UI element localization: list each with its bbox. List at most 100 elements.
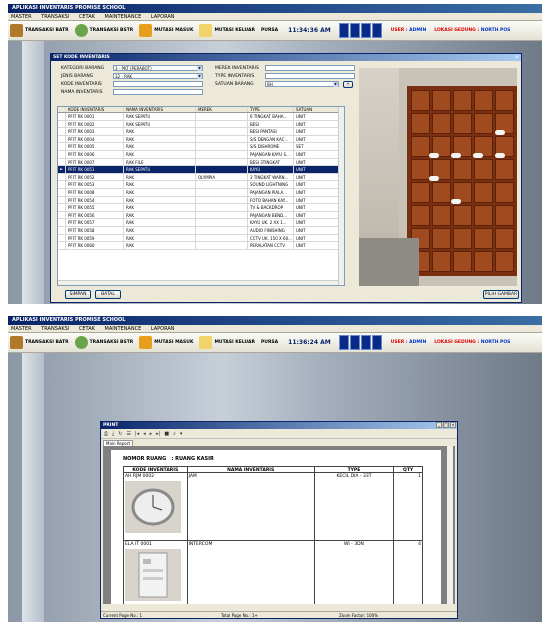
toolbar: TRANSAKSI BATR TRANSAKSI BSTR MUTASI MAS… bbox=[8, 21, 542, 41]
table-row[interactable]: PFIT RK 0055 RAK TV & BACKDROP UNIT bbox=[58, 204, 344, 212]
table-row[interactable]: PFIT RK 0058 RAK AUDIO FINISHING UNIT bbox=[58, 226, 344, 235]
table-cell: PFIT RK 0053 bbox=[66, 181, 124, 188]
table-cell: RAK bbox=[124, 135, 196, 143]
table-cell bbox=[196, 113, 248, 120]
menu-master[interactable]: MASTER bbox=[11, 14, 32, 20]
mutasi-masuk-button[interactable]: MUTASI MASUK bbox=[139, 24, 193, 37]
next-page-icon[interactable]: ▸ bbox=[150, 431, 153, 437]
inventaris-grid[interactable]: KODE INVENTARIS NAMA INVENTARIS MEREK TY… bbox=[57, 106, 345, 286]
kategori-label: KATEGORI BARANG bbox=[61, 66, 105, 71]
search-icon[interactable]: ⌕ bbox=[173, 431, 176, 437]
report-row: ELA IT 0001 INTERCOM WI - 3DN 4 bbox=[124, 541, 422, 604]
shoe bbox=[451, 199, 461, 204]
screenshot-print-report: APLIKASI INVENTARIS PROMISE SCHOOL MASTE… bbox=[8, 316, 542, 622]
mutasi-masuk-button[interactable]: MUTASI MASUK bbox=[139, 336, 193, 349]
menu-cetak[interactable]: CETAK bbox=[79, 326, 95, 332]
shoe bbox=[451, 153, 461, 158]
table-row[interactable]: PFIT RK 0060 RAK PERALATAN CCTV UNIT bbox=[58, 242, 344, 250]
transaksi-bstr-button[interactable]: TRANSAKSI BSTR bbox=[74, 24, 133, 37]
document-icon bbox=[10, 336, 23, 349]
table-row[interactable]: PFIT RK 0001 RAK SEPATU 6 TINGKAT BAHA... U… bbox=[58, 113, 344, 121]
grid-body: PFIT RK 0001 RAK SEPATU 6 TINGKAT BAHA... U… bbox=[58, 113, 344, 250]
vertical-scrollbar[interactable] bbox=[447, 446, 453, 604]
box-icon bbox=[139, 24, 153, 37]
mutasi-keluar-button[interactable]: MUTASI KELUAR bbox=[199, 24, 255, 37]
table-row[interactable]: PFIT RK 0004 RAK S/S DENGAN KAC... UNIT bbox=[58, 135, 344, 144]
menu-maintenance[interactable]: MAINTENANCE bbox=[105, 326, 142, 332]
transaksi-batr-button[interactable]: TRANSAKSI BATR bbox=[10, 24, 69, 37]
menu-transaksi[interactable]: TRANSAKSI bbox=[41, 326, 69, 332]
menu-master[interactable]: MASTER bbox=[11, 326, 32, 332]
first-page-icon[interactable]: |◂ bbox=[135, 431, 139, 437]
table-row[interactable]: ► PFIT RK 0051 RAK SEPATU KAYU UNIT bbox=[58, 166, 344, 174]
print-toolbar: ⎙ ⤓ ↻ ☰ |◂ ◂ ▸ ▸| ■ ⌕ ▾ bbox=[101, 429, 457, 439]
print-icon[interactable]: ⎙ bbox=[104, 431, 108, 437]
pursa-button[interactable]: PURSA bbox=[261, 28, 278, 33]
print-window: PRINT _ □ × ⎙ ⤓ ↻ ☰ |◂ ◂ ▸ ▸| ■ ⌕ ▾ Main… bbox=[100, 421, 458, 619]
minimize-icon[interactable]: _ bbox=[436, 422, 442, 428]
table-row[interactable]: PFIT RK 0003 RAK BESI PANTASI UNIT bbox=[58, 128, 344, 136]
export-icon[interactable]: ⤓ bbox=[112, 431, 114, 437]
pencil-icon bbox=[199, 24, 213, 37]
pilih-gambar-button[interactable]: PILIH GAMBAR bbox=[483, 290, 519, 299]
table-row[interactable]: PFIT RK 0052 RAK OLYMPIA 3 TINGKAT WARN... U… bbox=[58, 173, 344, 182]
shoe bbox=[495, 130, 505, 135]
type-input[interactable] bbox=[265, 73, 355, 79]
merek-input[interactable] bbox=[265, 65, 355, 71]
table-cell: PFIT RK 0004 bbox=[66, 135, 124, 143]
lokasi-info: LOKASI GEDUNG : NORTH POS bbox=[434, 340, 511, 345]
table-row[interactable]: PFIT RK 0007 RAK FILE BESI 3TINGKAT UNIT bbox=[58, 158, 344, 167]
table-cell: CCTV UK. 150 X 60... bbox=[248, 234, 294, 242]
table-cell bbox=[196, 150, 248, 158]
table-row[interactable]: PFIT RK 0056 RAK PAJANGAN BEND... UNIT bbox=[58, 211, 344, 220]
kategori-select[interactable]: 3 - PKT (PERABOT) ▼ bbox=[113, 65, 203, 71]
table-row[interactable]: PFIT RK 0006 RAK PAJANGAN KAYU S... UNIT bbox=[58, 150, 344, 159]
zoom-icon[interactable]: ▾ bbox=[180, 431, 183, 437]
table-cell: PAJANGAN KAYU S... bbox=[248, 150, 294, 158]
add-satuan-button[interactable]: + bbox=[343, 81, 353, 88]
close-icon[interactable]: × bbox=[450, 422, 456, 428]
menu-maintenance[interactable]: MAINTENANCE bbox=[105, 14, 142, 20]
current-page: Current Page No.: 1 bbox=[103, 613, 143, 618]
table-cell: FOTO BAHAN KAY... bbox=[248, 196, 294, 204]
set-kode-inventaris-window: SET KODE INVENTARIS × KATEGORI BARANG 3 -… bbox=[50, 53, 522, 303]
stop-icon[interactable]: ■ bbox=[164, 431, 169, 437]
simpan-button[interactable]: SIMPAN bbox=[65, 290, 91, 299]
table-row[interactable]: PFIT RK 0057 RAK KAYU UK. 2 AX 1... UNIT bbox=[58, 219, 344, 227]
table-row[interactable]: PFIT RK 0005 RAK S/S DISHROME SET bbox=[58, 143, 344, 151]
last-page-icon[interactable]: ▸| bbox=[156, 431, 160, 437]
table-cell bbox=[196, 128, 248, 135]
maximize-icon[interactable]: □ bbox=[443, 422, 449, 428]
table-row[interactable]: PFIT RK 0059 RAK CCTV UK. 150 X 60... UNIT bbox=[58, 234, 344, 243]
table-row[interactable]: PFIT RK 0054 RAK FOTO BAHAN KAY... UNIT bbox=[58, 196, 344, 205]
status-block bbox=[338, 335, 349, 350]
jenis-select[interactable]: 32 - RAK ▼ bbox=[113, 73, 203, 79]
horizontal-scrollbar[interactable] bbox=[58, 280, 338, 285]
table-row[interactable]: PFIT RK 0053 RAK SOUND LIGHTNING UNIT bbox=[58, 181, 344, 189]
table-cell bbox=[196, 181, 248, 188]
table-cell: PFIT RK 0060 bbox=[66, 242, 124, 249]
transaksi-bstr-button[interactable]: TRANSAKSI BSTR bbox=[74, 336, 133, 349]
table-cell: RAK SEPATU bbox=[124, 120, 196, 128]
menu-laporan[interactable]: LAPORAN bbox=[151, 326, 175, 332]
refresh-icon[interactable]: ↻ bbox=[118, 431, 122, 437]
menu-cetak[interactable]: CETAK bbox=[79, 14, 95, 20]
vertical-scrollbar[interactable] bbox=[338, 107, 344, 285]
status-block bbox=[349, 23, 360, 38]
status-block bbox=[360, 335, 371, 350]
table-row[interactable]: PFIT RK 0008 RAK PAJANGAN PIALA... UNIT bbox=[58, 188, 344, 197]
transaksi-batr-button[interactable]: TRANSAKSI BATR bbox=[10, 336, 69, 349]
close-icon[interactable]: × bbox=[515, 54, 519, 61]
pursa-button[interactable]: PURSA bbox=[261, 340, 278, 345]
batal-button[interactable]: BATAL bbox=[95, 290, 121, 299]
table-row[interactable]: PFIT RK 0002 RAK SEPATU BESI UNIT bbox=[58, 120, 344, 129]
kode-input[interactable] bbox=[113, 81, 203, 87]
menu-laporan[interactable]: LAPORAN bbox=[151, 14, 175, 20]
table-cell: AUDIO FINISHING bbox=[248, 226, 294, 234]
menu-transaksi[interactable]: TRANSAKSI bbox=[41, 14, 69, 20]
tree-icon[interactable]: ☰ bbox=[126, 431, 130, 437]
prev-page-icon[interactable]: ◂ bbox=[143, 431, 146, 437]
mutasi-keluar-button[interactable]: MUTASI KELUAR bbox=[199, 336, 255, 349]
nama-input[interactable] bbox=[113, 89, 203, 95]
satuan-select[interactable]: BH ▼ bbox=[265, 81, 339, 87]
